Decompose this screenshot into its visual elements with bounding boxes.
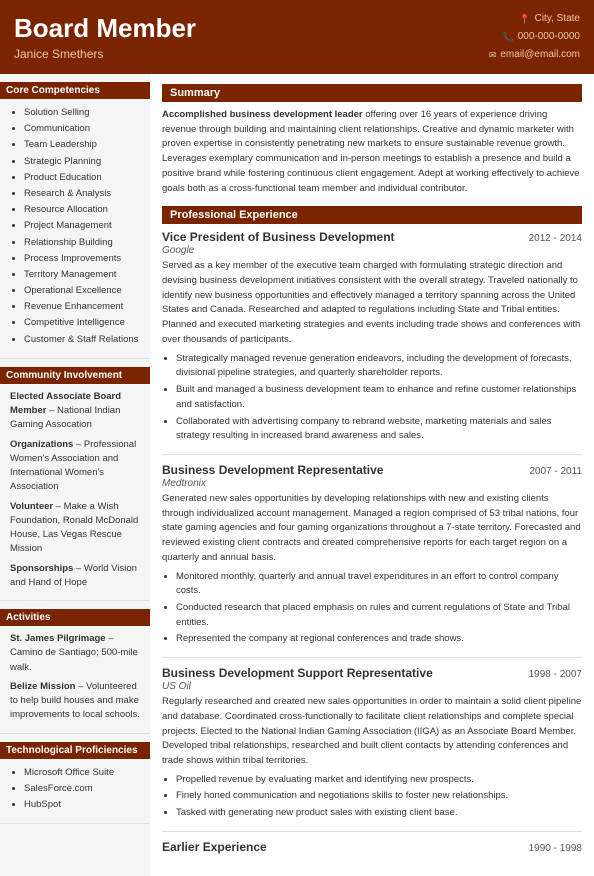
list-item: Strategic Planning bbox=[24, 154, 140, 169]
job-header-1: Vice President of Business Development 2… bbox=[162, 230, 582, 244]
activities-title: Activities bbox=[0, 609, 150, 626]
list-item: Communication bbox=[24, 121, 140, 136]
list-item: Research & Analysis bbox=[24, 186, 140, 201]
list-item: Customer & Staff Relations bbox=[24, 332, 140, 347]
summary-title: Summary bbox=[162, 84, 582, 102]
location-icon: 📍 bbox=[519, 11, 530, 27]
list-item: Represented the company at regional conf… bbox=[176, 632, 582, 647]
list-item: SalesForce.com bbox=[24, 781, 140, 796]
tech-proficiencies-section: Technological Proficiencies Microsoft Of… bbox=[0, 734, 150, 825]
list-item: Product Education bbox=[24, 170, 140, 185]
list-item: Team Leadership bbox=[24, 137, 140, 152]
phone-icon: 📞 bbox=[503, 29, 514, 45]
list-item: HubSpot bbox=[24, 797, 140, 812]
job-desc-1: Served as a key member of the executive … bbox=[162, 259, 582, 347]
job-dates-3: 1998 - 2007 bbox=[529, 669, 582, 680]
core-competencies-title: Core Competencies bbox=[0, 82, 150, 99]
contact-city: 📍 City, State bbox=[489, 10, 580, 28]
divider-3 bbox=[162, 831, 582, 832]
header-contact: 📍 City, State 📞 000-000-0000 ✉ email@ema… bbox=[489, 10, 580, 64]
list-item: Resource Allocation bbox=[24, 202, 140, 217]
list-item: Territory Management bbox=[24, 267, 140, 282]
job-company-1: Google bbox=[162, 245, 582, 256]
activities-section: Activities St. James Pilgrimage – Camino… bbox=[0, 601, 150, 734]
job-desc-3: Regularly researched and created new sal… bbox=[162, 695, 582, 769]
list-item: Conducted research that placed emphasis … bbox=[176, 601, 582, 630]
job-header-3: Business Development Support Representat… bbox=[162, 666, 582, 680]
list-item: Collaborated with advertising company to… bbox=[176, 415, 582, 444]
list-item: Microsoft Office Suite bbox=[24, 765, 140, 780]
list-item: Monitored monthly, quarterly and annual … bbox=[176, 570, 582, 599]
list-item: Tasked with generating new product sales… bbox=[176, 806, 582, 821]
job-bullets-2: Monitored monthly, quarterly and annual … bbox=[162, 570, 582, 648]
divider-2 bbox=[162, 657, 582, 658]
main-layout: Core Competencies Solution Selling Commu… bbox=[0, 74, 594, 876]
community-involvement-content: Elected Associate Board Member – Nationa… bbox=[10, 390, 140, 590]
tech-proficiencies-title: Technological Proficiencies bbox=[0, 742, 150, 759]
list-item: Propelled revenue by evaluating market a… bbox=[176, 773, 582, 788]
list-item: Operational Excellence bbox=[24, 283, 140, 298]
core-competencies-section: Core Competencies Solution Selling Commu… bbox=[0, 74, 150, 359]
job-header-4: Earlier Experience 1990 - 1998 bbox=[162, 840, 582, 854]
email-icon: ✉ bbox=[489, 47, 497, 63]
job-entry-1: Vice President of Business Development 2… bbox=[162, 230, 582, 444]
job-header-2: Business Development Representative 2007… bbox=[162, 463, 582, 477]
resume-title: Board Member bbox=[14, 13, 196, 44]
list-item: Strategically managed revenue generation… bbox=[176, 352, 582, 381]
main-content: Summary Accomplished business developmen… bbox=[150, 74, 594, 876]
community-involvement-title: Community Involvement bbox=[0, 367, 150, 384]
sidebar: Core Competencies Solution Selling Commu… bbox=[0, 74, 150, 876]
list-item: Built and managed a business development… bbox=[176, 383, 582, 412]
job-dates-4: 1990 - 1998 bbox=[529, 843, 582, 854]
job-title-3: Business Development Support Representat… bbox=[162, 666, 433, 680]
community-involvement-section: Community Involvement Elected Associate … bbox=[0, 359, 150, 601]
job-entry-4: Earlier Experience 1990 - 1998 bbox=[162, 840, 582, 854]
core-competencies-list: Solution Selling Communication Team Lead… bbox=[10, 105, 140, 347]
job-title-2: Business Development Representative bbox=[162, 463, 383, 477]
list-item: Solution Selling bbox=[24, 105, 140, 120]
contact-phone: 📞 000-000-0000 bbox=[489, 28, 580, 46]
list-item: Revenue Enhancement bbox=[24, 299, 140, 314]
contact-email: ✉ email@email.com bbox=[489, 46, 580, 64]
header-left: Board Member Janice Smethers bbox=[14, 13, 196, 60]
job-company-3: US Oil bbox=[162, 681, 582, 692]
experience-title: Professional Experience bbox=[162, 206, 582, 224]
job-bullets-3: Propelled revenue by evaluating market a… bbox=[162, 773, 582, 821]
summary-text: Accomplished business development leader… bbox=[162, 108, 582, 196]
job-dates-2: 2007 - 2011 bbox=[529, 466, 582, 477]
list-item: Finely honed communication and negotiati… bbox=[176, 789, 582, 804]
candidate-name: Janice Smethers bbox=[14, 47, 196, 61]
job-title-1: Vice President of Business Development bbox=[162, 230, 395, 244]
list-item: Project Management bbox=[24, 218, 140, 233]
job-dates-1: 2012 - 2014 bbox=[529, 233, 582, 244]
list-item: Relationship Building bbox=[24, 235, 140, 250]
list-item: Competitive Intelligence bbox=[24, 315, 140, 330]
job-bullets-1: Strategically managed revenue generation… bbox=[162, 352, 582, 444]
job-company-2: Medtronix bbox=[162, 478, 582, 489]
job-title-4: Earlier Experience bbox=[162, 840, 267, 854]
header: Board Member Janice Smethers 📍 City, Sta… bbox=[0, 0, 594, 74]
tech-proficiencies-list: Microsoft Office Suite SalesForce.com Hu… bbox=[10, 765, 140, 813]
divider-1 bbox=[162, 454, 582, 455]
job-entry-3: Business Development Support Representat… bbox=[162, 666, 582, 821]
list-item: Process Improvements bbox=[24, 251, 140, 266]
job-entry-2: Business Development Representative 2007… bbox=[162, 463, 582, 647]
activities-content: St. James Pilgrimage – Camino de Santiag… bbox=[10, 632, 140, 723]
job-desc-2: Generated new sales opportunities by dev… bbox=[162, 492, 582, 566]
